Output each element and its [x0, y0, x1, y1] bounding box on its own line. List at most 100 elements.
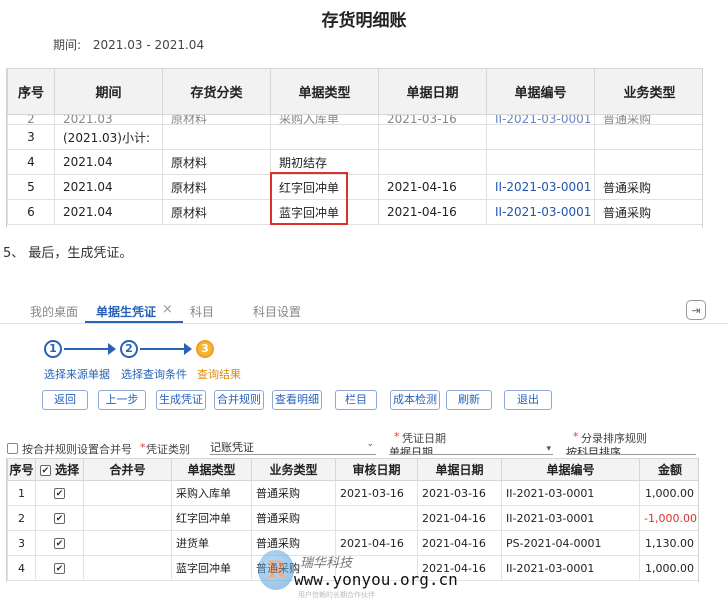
ledger-cell: 普通采购	[594, 114, 702, 125]
ledger-cell: 普通采购	[594, 174, 702, 200]
ledger-doc-link[interactable]	[486, 124, 595, 150]
prev-step-button[interactable]: 上一步	[98, 390, 146, 410]
ledger-col-header[interactable]: 业务类型	[594, 68, 702, 115]
generate-voucher-button[interactable]: 生成凭证	[156, 390, 206, 410]
biz-type-cell: 普通采购	[251, 505, 336, 531]
ledger-cell: 期初结存	[270, 149, 379, 175]
step-2-circle[interactable]: 2	[120, 340, 138, 358]
table-row[interactable]: 4 蓝字回冲单 普通采购 2021-04-16 II-2021-03-0001 …	[7, 555, 698, 581]
step-connector	[140, 348, 188, 350]
ledger-doc-link[interactable]	[486, 149, 595, 175]
doc-type-cell: 蓝字回冲单	[171, 555, 252, 581]
exit-icon[interactable]: ⇥	[686, 300, 706, 320]
row-checkbox[interactable]	[54, 538, 65, 549]
row-select-cell[interactable]	[35, 530, 84, 556]
ledger-row[interactable]: 5 2021.04 原材料 红字回冲单 2021-04-16 II-2021-0…	[7, 174, 702, 200]
ledger-cell: 2021-03-16	[378, 114, 487, 125]
chevron-down-icon: ▾	[546, 444, 551, 454]
ledger-cell: 采购入库单	[270, 114, 379, 125]
row-select-cell[interactable]	[35, 555, 84, 581]
grid-col-header[interactable]: 业务类型	[251, 458, 336, 481]
period-label: 期间:	[53, 38, 82, 52]
grid-col-header[interactable]: 单据编号	[501, 458, 640, 481]
ledger-row[interactable]: 4 2021.04 原材料 期初结存	[7, 149, 702, 175]
voucher-date-select[interactable]: 单据日期 ▾	[389, 444, 553, 455]
report-period: 期间: 2021.03 - 2021.04	[53, 36, 204, 53]
step-3-circle[interactable]: 3	[196, 340, 214, 358]
table-row[interactable]: 3 进货单 普通采购 2021-04-16 2021-04-16 PS-2021…	[7, 530, 698, 556]
audit-date-cell: 2021-04-16	[335, 530, 418, 556]
cost-check-button[interactable]: 成本检测	[390, 390, 440, 410]
doc-type-cell: 采购入库单	[171, 480, 252, 506]
step-1-circle[interactable]: 1	[44, 340, 62, 358]
ledger-col-header[interactable]: 序号	[7, 68, 55, 115]
sort-rule-select[interactable]: 按科目排序	[566, 444, 696, 455]
ledger-row[interactable]: 6 2021.04 原材料 蓝字回冲单 2021-04-16 II-2021-0…	[7, 199, 702, 225]
ledger-col-header[interactable]: 单据日期	[378, 68, 487, 115]
doc-date-cell: 2021-04-16	[417, 530, 502, 556]
row-select-cell[interactable]	[35, 480, 84, 506]
table-row[interactable]: 1 采购入库单 普通采购 2021-03-16 2021-03-16 II-20…	[7, 480, 698, 506]
row-checkbox[interactable]	[54, 563, 65, 574]
ledger-col-header[interactable]: 单据类型	[270, 68, 379, 115]
amount-cell: -1,000.00	[639, 505, 698, 531]
ledger-doc-link[interactable]: II-2021-03-0001	[486, 199, 595, 225]
merge-number-cell[interactable]	[83, 505, 172, 531]
row-checkbox[interactable]	[54, 488, 65, 499]
grid-col-header-select[interactable]: 选择	[35, 458, 84, 481]
ledger-col-header[interactable]: 存货分类	[162, 68, 271, 115]
merge-number-cell[interactable]	[83, 555, 172, 581]
step-arrow-icon	[108, 343, 116, 355]
columns-button[interactable]: 栏目	[335, 390, 377, 410]
step-3-label[interactable]: 查询结果	[197, 366, 241, 382]
grid-col-header[interactable]: 金额	[639, 458, 698, 481]
ledger-doc-link[interactable]: II-2021-03-0001	[486, 114, 595, 125]
grid-col-header[interactable]: 合并号	[83, 458, 172, 481]
step-2-label[interactable]: 选择查询条件	[121, 366, 187, 382]
step-1-label[interactable]: 选择来源单据	[44, 366, 110, 382]
row-checkbox[interactable]	[54, 513, 65, 524]
voucher-source-grid: 序号 选择 合并号 单据类型 业务类型 审核日期 单据日期 单据编号 金额 1 …	[6, 458, 699, 582]
tab-doc-to-voucher[interactable]: 单据生凭证	[96, 303, 156, 320]
grid-col-header[interactable]: 单据类型	[171, 458, 252, 481]
biz-type-cell: 普通采购	[251, 555, 336, 581]
ledger-cell: 2021-04-16	[378, 199, 487, 225]
grid-col-header[interactable]: 序号	[7, 458, 36, 481]
merge-rule-checkbox[interactable]	[7, 443, 18, 454]
ledger-row[interactable]: 2 2021.03 原材料 采购入库单 2021-03-16 II-2021-0…	[7, 114, 702, 125]
ledger-cell: 2021.04	[54, 199, 163, 225]
table-row[interactable]: 2 红字回冲单 普通采购 2021-04-16 II-2021-03-0001 …	[7, 505, 698, 531]
instruction-step-text: 5、 最后，生成凭证。	[3, 246, 133, 261]
row-select-cell[interactable]	[35, 505, 84, 531]
tab-close-icon[interactable]: ×	[162, 302, 173, 317]
view-detail-button[interactable]: 查看明细	[272, 390, 322, 410]
doc-number-cell: II-2021-03-0001	[501, 555, 640, 581]
voucher-type-select[interactable]: 记账凭证 ⌄	[210, 439, 376, 455]
merge-number-cell[interactable]	[83, 530, 172, 556]
doc-date-cell: 2021-04-16	[417, 505, 502, 531]
doc-number-cell: PS-2021-04-0001	[501, 530, 640, 556]
ledger-cell: 2021.04	[54, 174, 163, 200]
merge-rule-label: 按合并规则设置合并号	[22, 443, 132, 456]
refresh-button[interactable]: 刷新	[446, 390, 492, 410]
tab-subject-settings[interactable]: 科目设置	[253, 303, 301, 320]
tab-subject[interactable]: 科目	[190, 303, 214, 320]
ledger-row[interactable]: 3 (2021.03)小计:	[7, 124, 702, 150]
doc-number-cell: II-2021-03-0001	[501, 505, 640, 531]
merge-rule-button[interactable]: 合并规则	[214, 390, 264, 410]
ledger-doc-link[interactable]: II-2021-03-0001	[486, 174, 595, 200]
merge-number-cell[interactable]	[83, 480, 172, 506]
grid-col-header[interactable]: 审核日期	[335, 458, 418, 481]
ledger-cell: 2021-04-16	[378, 174, 487, 200]
period-value: 2021.03 - 2021.04	[92, 38, 205, 52]
exit-button[interactable]: 退出	[504, 390, 552, 410]
amount-cell: 1,130.00	[639, 530, 698, 556]
select-all-checkbox[interactable]	[39, 465, 51, 476]
back-button[interactable]: 返回	[42, 390, 88, 410]
ledger-cell	[378, 124, 487, 150]
ledger-col-header[interactable]: 单据编号	[486, 68, 595, 115]
tab-my-desktop[interactable]: 我的桌面	[30, 303, 78, 320]
ledger-cell	[162, 124, 271, 150]
grid-col-header[interactable]: 单据日期	[417, 458, 502, 481]
ledger-col-header[interactable]: 期间	[54, 68, 163, 115]
